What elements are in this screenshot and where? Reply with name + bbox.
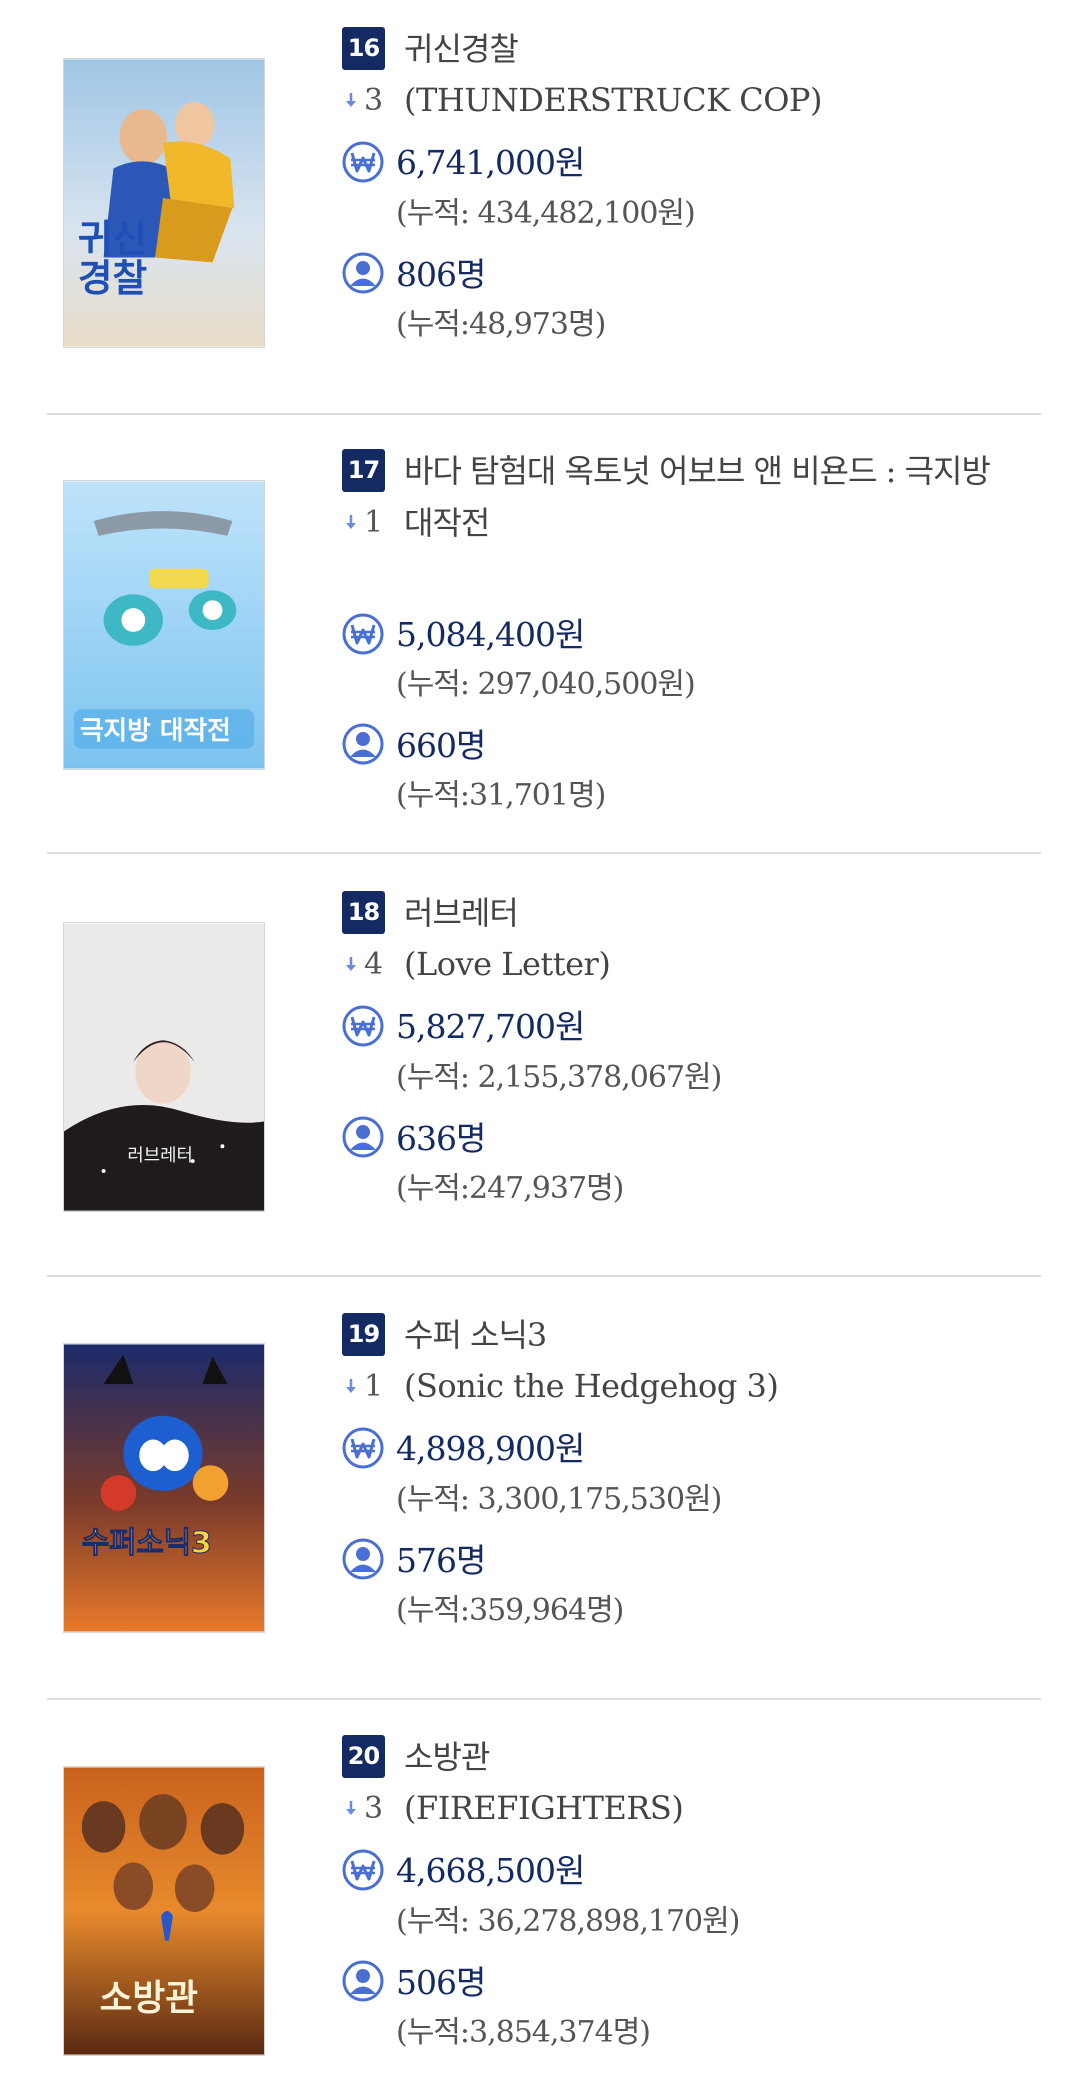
rank-badge: 16	[342, 27, 385, 70]
sales-value: 6,741,000원	[396, 143, 585, 182]
sales-cumulative: (누적: 434,482,100원)	[396, 196, 696, 231]
rank-badge: 18	[342, 891, 385, 934]
poster-image[interactable]: 소방관	[63, 1766, 265, 2056]
audience-value: 576명	[396, 1541, 486, 1580]
person-icon	[341, 1537, 385, 1581]
poster-octonauts-image: 극지방 대작전	[64, 481, 264, 769]
poster-title-text: 극지방 대작전	[80, 716, 231, 746]
poster-firefighters-image: 소방관	[64, 1767, 264, 2055]
won-icon	[341, 140, 385, 184]
rank-change-value: 3	[364, 82, 384, 118]
audience-cumulative: (누적:359,964명)	[396, 1593, 624, 1628]
movie-title[interactable]: 소방관	[404, 1731, 1024, 1783]
audience-value: 806명	[396, 255, 486, 294]
poster-image[interactable]: 귀신 경찰	[63, 58, 265, 348]
divider	[47, 852, 1041, 854]
poster-love-letter-image: 러브레터	[64, 923, 264, 1211]
arrow-down-icon	[346, 515, 356, 529]
sales-cumulative: (누적: 297,040,500원)	[396, 667, 696, 702]
won-icon	[341, 612, 385, 656]
sales-value: 5,827,700원	[396, 1007, 585, 1046]
audience-cumulative: (누적:247,937명)	[396, 1171, 624, 1206]
won-icon	[341, 1004, 385, 1048]
rank-change: 3	[344, 1788, 383, 1828]
poster-sonic-3-image: 수퍼소닉3	[64, 1344, 264, 1632]
movie-subtitle: (THUNDERSTRUCK COP)	[404, 81, 822, 119]
poster-thunderstruck-cop-image: 귀신 경찰	[64, 59, 264, 347]
movie-title[interactable]: 귀신경찰	[404, 23, 1024, 75]
sales-cumulative: (누적: 36,278,898,170원)	[396, 1904, 740, 1939]
rank-change-value: 1	[364, 1368, 384, 1404]
movie-subtitle: (FIREFIGHTERS)	[404, 1789, 684, 1827]
arrow-down-icon	[346, 93, 356, 107]
rank-change-value: 3	[364, 1790, 384, 1826]
won-icon	[341, 1848, 385, 1892]
audience-cumulative: (누적:3,854,374명)	[396, 2015, 651, 2050]
rank-change: 1	[344, 1366, 383, 1406]
audience-value: 636명	[396, 1119, 486, 1158]
rank-change: 1	[344, 502, 383, 542]
poster-image[interactable]: 러브레터	[63, 922, 265, 1212]
sales-value: 4,898,900원	[396, 1429, 585, 1468]
rank-badge: 20	[342, 1735, 385, 1778]
arrow-down-icon	[346, 1379, 356, 1393]
divider	[47, 1698, 1041, 1700]
divider	[47, 1275, 1041, 1277]
audience-cumulative: (누적:31,701명)	[396, 778, 606, 813]
rank-badge: 19	[342, 1313, 385, 1356]
sales-value: 5,084,400원	[396, 615, 585, 654]
audience-value: 660명	[396, 726, 486, 765]
movie-title[interactable]: 바다 탐험대 옥토넛 어보브 앤 비욘드 : 극지방 대작전	[404, 445, 1024, 549]
poster-title-text: 수퍼소닉3	[82, 1525, 212, 1560]
movie-subtitle: (Sonic the Hedgehog 3)	[404, 1367, 779, 1405]
poster-title-text: 러브레터	[127, 1145, 193, 1166]
rank-change-value: 4	[364, 946, 384, 982]
person-icon	[341, 722, 385, 766]
arrow-down-icon	[346, 957, 356, 971]
movie-title[interactable]: 수퍼 소닉3	[404, 1309, 1024, 1361]
rank-change: 4	[344, 944, 383, 984]
sales-cumulative: (누적: 3,300,175,530원)	[396, 1482, 722, 1517]
arrow-down-icon	[346, 1801, 356, 1815]
audience-value: 506명	[396, 1963, 486, 2002]
person-icon	[341, 1959, 385, 2003]
sales-cumulative: (누적: 2,155,378,067원)	[396, 1060, 722, 1095]
poster-title-text: 소방관	[100, 1978, 199, 2019]
box-office-list: 귀신 경찰 16 귀신경찰 3 (THUNDERSTRUCK COP) 6,741…	[0, 0, 1080, 2100]
rank-change-value: 1	[364, 504, 384, 540]
rank-change: 3	[344, 80, 383, 120]
won-icon	[341, 1426, 385, 1470]
poster-image[interactable]: 극지방 대작전	[63, 480, 265, 770]
person-icon	[341, 251, 385, 295]
movie-subtitle: (Love Letter)	[404, 945, 611, 983]
poster-title-text: 귀신 경찰	[78, 216, 147, 300]
person-icon	[341, 1115, 385, 1159]
divider	[47, 413, 1041, 415]
audience-cumulative: (누적:48,973명)	[396, 307, 606, 342]
rank-badge: 17	[342, 449, 385, 492]
sales-value: 4,668,500원	[396, 1851, 585, 1890]
movie-title[interactable]: 러브레터	[404, 887, 1024, 939]
poster-image[interactable]: 수퍼소닉3	[63, 1343, 265, 1633]
